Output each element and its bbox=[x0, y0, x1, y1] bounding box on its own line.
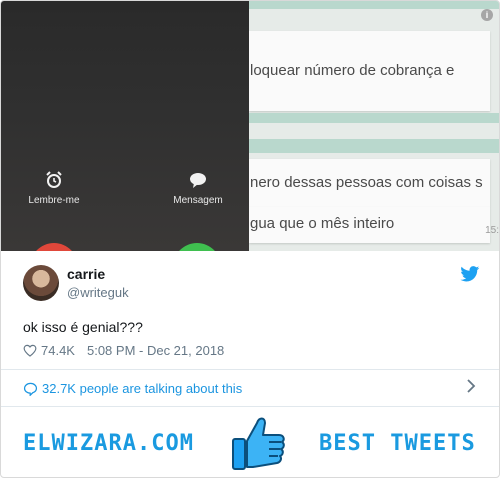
speech-bubble-icon bbox=[190, 173, 206, 188]
divider bbox=[1, 369, 499, 370]
tweet-timestamp[interactable]: 5:08 PM - Dec 21, 2018 bbox=[87, 343, 224, 358]
chat-band bbox=[249, 113, 499, 123]
accept-call-button bbox=[173, 243, 221, 251]
decline-call-button bbox=[30, 243, 78, 251]
chat-band bbox=[249, 139, 499, 153]
remind-me-label: Lembre-me bbox=[28, 195, 80, 206]
site-brand: ELWIZARA.COM bbox=[23, 431, 194, 456]
heart-icon[interactable] bbox=[23, 344, 37, 357]
chat-band bbox=[249, 1, 499, 9]
like-count[interactable]: 74.4K bbox=[41, 343, 75, 358]
chat-message-2: nero dessas pessoas com coisas s bbox=[249, 159, 490, 207]
thumbs-up-icon bbox=[232, 417, 285, 470]
chevron-right-icon[interactable] bbox=[466, 379, 476, 393]
chat-message-1: loquear número de cobrança e bbox=[249, 31, 490, 111]
display-name[interactable]: carrie bbox=[67, 266, 105, 282]
twitter-bird-icon[interactable] bbox=[460, 266, 480, 282]
tweet-meta: 74.4K 5:08 PM - Dec 21, 2018 bbox=[23, 343, 224, 358]
message-label: Mensagem bbox=[173, 195, 223, 206]
alarm-clock-icon bbox=[46, 171, 62, 188]
remind-me-action: Lembre-me bbox=[4, 169, 104, 206]
incoming-call-screenshot: Lembre-me Mensagem bbox=[1, 1, 249, 251]
chat-message-3: gua que o mês inteiro bbox=[249, 207, 490, 243]
conversation-link[interactable]: 32.7K people are talking about this bbox=[23, 381, 242, 396]
tweet-card: Lembre-me Mensagem i loquear número de c… bbox=[0, 0, 500, 478]
user-handle[interactable]: @writeguk bbox=[67, 285, 129, 300]
best-tweets-label: BEST TWEETS bbox=[319, 431, 476, 456]
chat-timestamp: 15: bbox=[485, 225, 499, 236]
info-icon: i bbox=[481, 9, 493, 21]
message-action: Mensagem bbox=[148, 169, 248, 206]
avatar[interactable] bbox=[23, 265, 59, 301]
chat-screenshot: i loquear número de cobrança e nero dess… bbox=[249, 1, 499, 251]
branding-footer: ELWIZARA.COM BEST TWEETS bbox=[1, 407, 499, 477]
conversation-count-label: 32.7K people are talking about this bbox=[42, 381, 243, 396]
tweet-text: ok isso é genial??? bbox=[23, 319, 143, 335]
comment-bubble-icon bbox=[23, 382, 38, 396]
tweet-media[interactable]: Lembre-me Mensagem i loquear número de c… bbox=[1, 1, 499, 251]
